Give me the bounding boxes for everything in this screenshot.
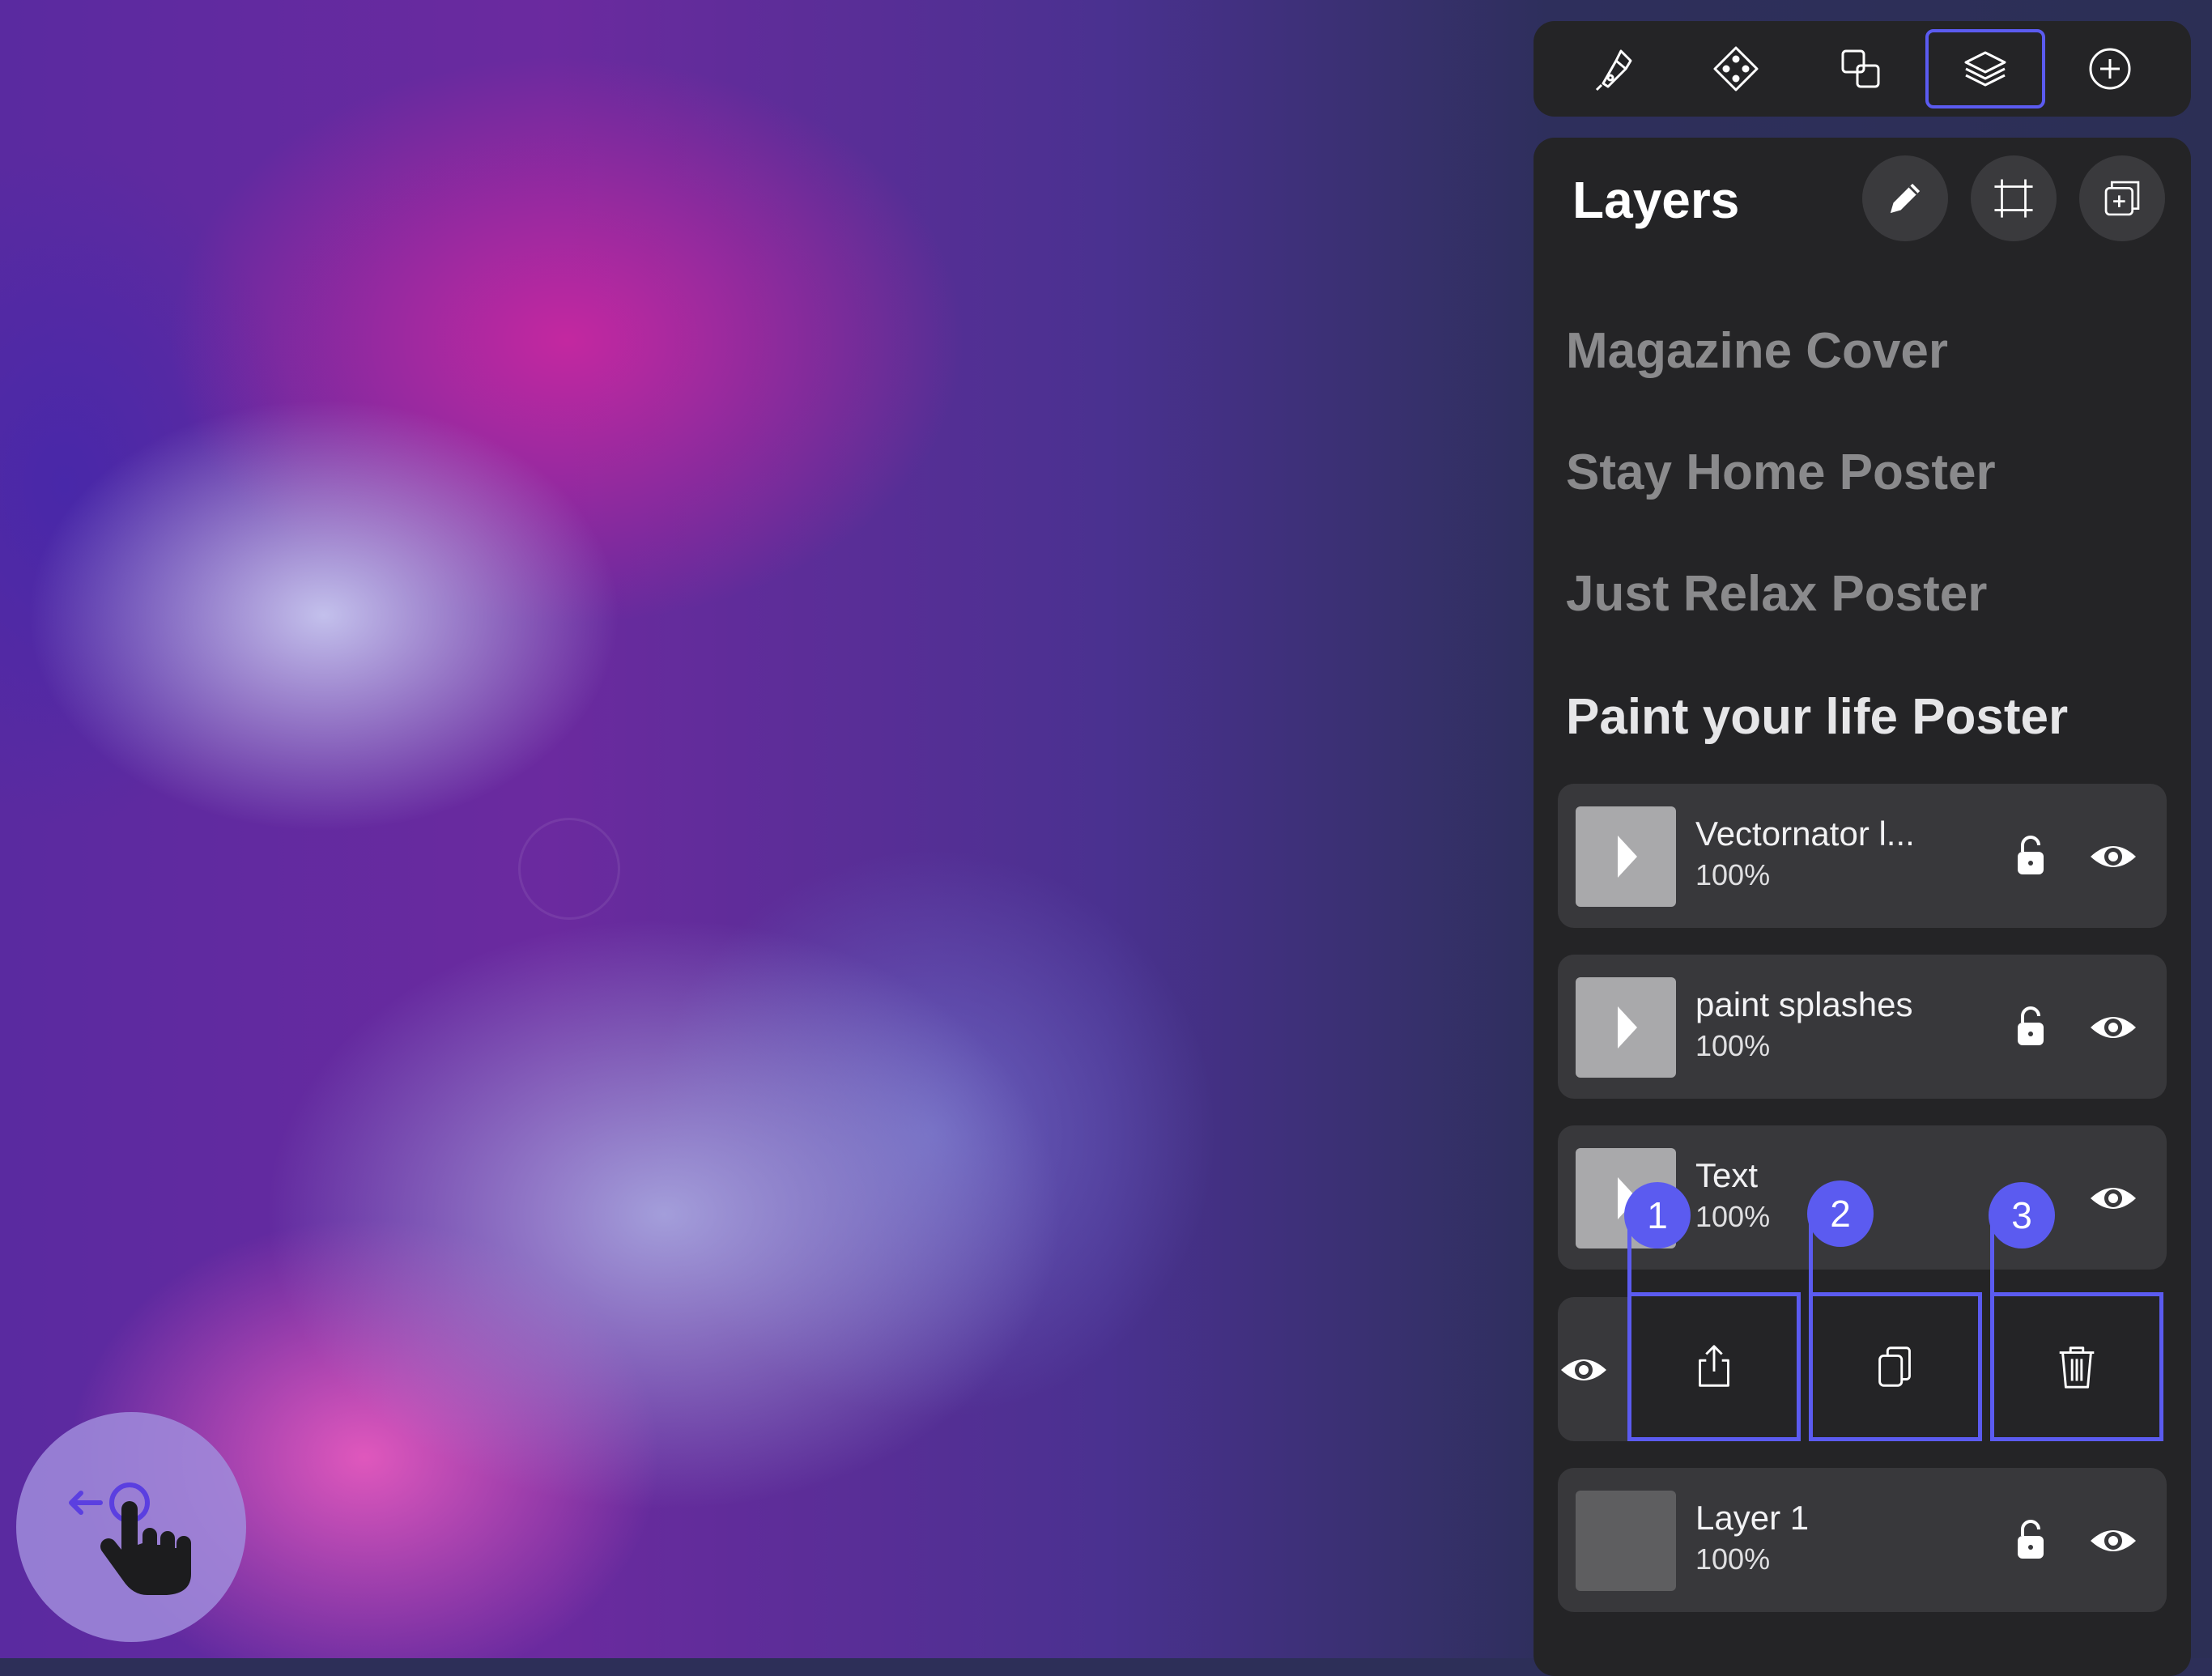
trash-icon [2059,1346,2095,1389]
top-toolbar [1534,21,2191,117]
layer-opacity: 100% [1695,858,1771,891]
eye-icon[interactable] [1558,1344,1610,1396]
callout-badge: 3 [1989,1182,2055,1248]
node-diamond-icon [1713,46,1759,91]
share-layer-button[interactable] [1627,1292,1801,1441]
duplicate-add-icon [2104,181,2140,216]
layer-thumbnail [1576,977,1676,1078]
delete-layer-button[interactable] [1990,1292,2163,1441]
selection-handle[interactable] [518,818,620,920]
swiped-layer-row[interactable] [1558,1297,1631,1441]
shapes-icon [1841,49,1880,88]
expand-arrow-icon[interactable] [1618,836,1637,878]
add-layer-button[interactable] [2079,155,2165,241]
add-tool-button[interactable] [2050,29,2170,108]
layer-name: paint splashes [1695,985,1913,1023]
layer-name: Layer 1 [1695,1499,1810,1537]
layer-opacity: 100% [1695,1542,1771,1576]
layer-row[interactable]: Vectornator l... 100% [1558,784,2167,928]
swipe-left-hand-icon [69,1482,191,1595]
layers-panel: Layers Magazine Cover Stay Home Poster J… [1534,138,2191,1676]
panel-title: Layers [1572,171,1740,229]
eye-icon[interactable] [2087,1002,2139,1053]
layers-tool-button[interactable] [1925,29,2045,108]
unlock-icon[interactable] [2006,1002,2055,1050]
duplicate-layer-button[interactable] [1809,1292,1982,1441]
layer-thumbnail [1576,1491,1676,1591]
eye-icon[interactable] [2087,831,2139,883]
edit-button[interactable] [1862,155,1948,241]
artboard-icon [1994,179,2033,218]
layer-thumbnail [1576,806,1676,907]
layer-opacity: 100% [1695,1200,1771,1233]
callout-badge: 2 [1807,1180,1874,1247]
layer-name: Text [1695,1156,1759,1194]
plus-circle-icon [2089,48,2131,90]
eye-icon[interactable] [2087,1515,2139,1567]
eye-icon[interactable] [2087,1172,2139,1224]
layer-row[interactable]: paint splashes 100% [1558,955,2167,1099]
artboard-button[interactable] [1971,155,2057,241]
callout-badge: 1 [1624,1182,1691,1248]
share-icon [1699,1345,1729,1387]
layer-opacity: 100% [1695,1029,1771,1062]
gesture-hint [16,1412,246,1642]
document-item-active[interactable]: Paint your life Poster [1566,688,2068,746]
document-item[interactable]: Just Relax Poster [1566,565,1987,623]
layer-name: Vectornator l... [1695,815,1915,853]
pencil-icon [1890,183,1921,214]
document-item[interactable]: Stay Home Poster [1566,444,1996,501]
unlock-icon[interactable] [2006,831,2055,879]
pen-nib-icon [1595,49,1632,91]
unlock-icon[interactable] [2006,1515,2055,1563]
layers-icon [1964,51,2006,87]
node-tool-button[interactable] [1676,29,1796,108]
layer-row[interactable]: Layer 1 100% [1558,1468,2167,1612]
expand-arrow-icon[interactable] [1618,1006,1637,1049]
duplicate-icon [1878,1346,1911,1387]
document-item[interactable]: Magazine Cover [1566,322,1948,380]
pen-tool-button[interactable] [1551,29,1671,108]
shapes-tool-button[interactable] [1801,29,1921,108]
